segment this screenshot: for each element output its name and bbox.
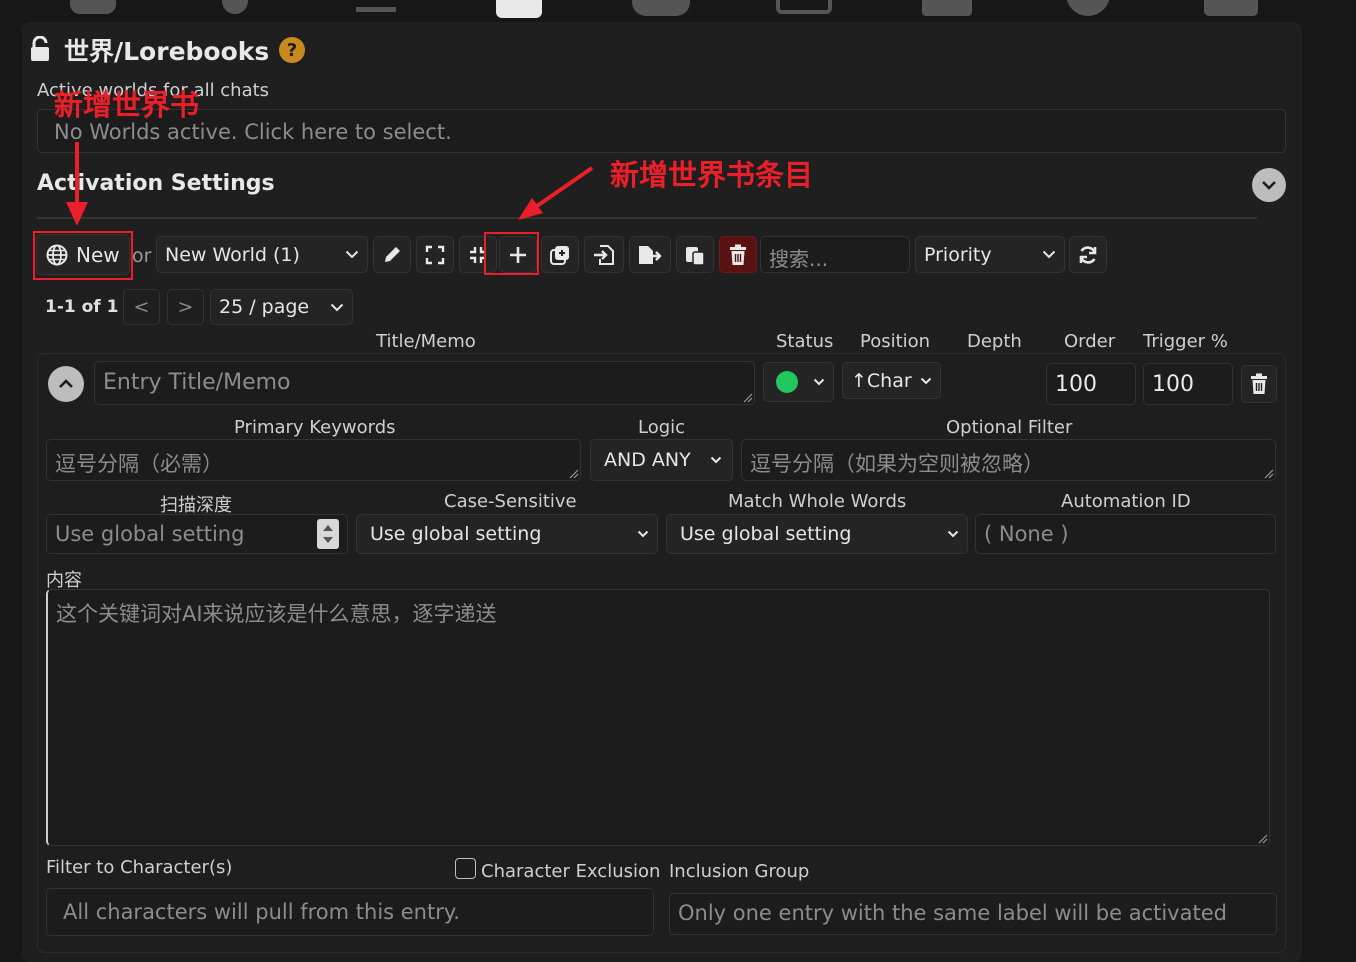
sort-select[interactable]: Priority bbox=[915, 236, 1065, 273]
status-select[interactable] bbox=[763, 362, 834, 402]
col-title: Title/Memo bbox=[376, 331, 476, 352]
chevron-down-icon bbox=[813, 378, 825, 386]
next-page-button[interactable]: > bbox=[167, 289, 204, 325]
content-textarea[interactable]: 这个关键词对AI来说应该是什么意思，逐字递送 bbox=[46, 589, 1270, 846]
trigger-input[interactable]: 100 bbox=[1143, 363, 1233, 405]
chevron-down-icon bbox=[920, 377, 932, 385]
scan-depth-input[interactable]: Use global setting bbox=[46, 514, 348, 554]
paste-icon bbox=[684, 244, 706, 266]
position-select[interactable]: ↑Char bbox=[842, 362, 941, 399]
optional-filter-input[interactable]: 逗号分隔（如果为空则被忽略） bbox=[741, 439, 1276, 481]
whole-words-label: Match Whole Words bbox=[728, 491, 907, 512]
automation-id-label: Automation ID bbox=[1061, 491, 1191, 512]
resize-grip-icon bbox=[1258, 834, 1268, 844]
case-sensitive-select[interactable]: Use global setting bbox=[356, 514, 658, 554]
pencil-icon bbox=[382, 245, 402, 265]
resize-grip-icon bbox=[569, 469, 579, 479]
or-label: or bbox=[132, 245, 152, 267]
chevron-down-icon bbox=[710, 456, 722, 464]
exclusion-checkbox[interactable] bbox=[455, 858, 476, 879]
rename-world-button[interactable] bbox=[373, 236, 411, 273]
primary-keywords-label: Primary Keywords bbox=[234, 417, 396, 438]
smile-icon[interactable] bbox=[1066, 0, 1110, 16]
paste-world-button[interactable] bbox=[676, 236, 714, 273]
search-input[interactable]: 搜索... bbox=[760, 236, 910, 273]
chevron-up-icon[interactable] bbox=[48, 366, 84, 402]
expand-icon bbox=[425, 245, 445, 265]
col-order: Order bbox=[1064, 331, 1116, 352]
annotation-arrows bbox=[66, 142, 594, 226]
status-dot bbox=[776, 371, 798, 393]
logic-select[interactable]: AND ANY bbox=[590, 439, 733, 481]
logic-label: Logic bbox=[638, 417, 686, 438]
new-highlight-box bbox=[33, 231, 133, 280]
world-select[interactable]: New World (1) bbox=[156, 236, 368, 273]
exclusion-label: Character Exclusion bbox=[481, 861, 661, 882]
export-world-button[interactable] bbox=[629, 236, 671, 273]
automation-id-input[interactable]: ( None ) bbox=[975, 514, 1276, 554]
clone-icon bbox=[549, 244, 571, 266]
col-trigger: Trigger % bbox=[1143, 331, 1228, 352]
case-sensitive-label: Case-Sensitive bbox=[444, 491, 577, 512]
primary-keywords-input[interactable]: 逗号分隔（必需） bbox=[46, 439, 581, 481]
file-import-icon bbox=[592, 244, 616, 266]
entry-title-input[interactable]: Entry Title/Memo bbox=[94, 361, 755, 405]
duplicate-world-button[interactable] bbox=[541, 236, 579, 273]
chevron-down-icon bbox=[330, 303, 344, 312]
number-spinner[interactable] bbox=[317, 519, 339, 549]
optional-filter-label: Optional Filter bbox=[946, 417, 1073, 438]
refresh-button[interactable] bbox=[1069, 236, 1107, 273]
id-card-icon[interactable] bbox=[1204, 0, 1258, 16]
cubes-icon[interactable] bbox=[922, 0, 972, 16]
refresh-icon bbox=[1077, 244, 1099, 266]
filter-characters-label: Filter to Character(s) bbox=[46, 857, 233, 878]
file-export-icon bbox=[637, 244, 663, 266]
chevron-down-icon bbox=[637, 530, 649, 538]
new-entry-highlight-box bbox=[484, 232, 539, 275]
delete-entry-button[interactable] bbox=[1241, 365, 1277, 403]
chevron-down-icon bbox=[947, 530, 959, 538]
pagination-range: 1-1 of 1 bbox=[45, 297, 119, 317]
whole-words-select[interactable]: Use global setting bbox=[666, 514, 968, 554]
import-world-button[interactable] bbox=[584, 236, 624, 273]
resize-grip-icon bbox=[1264, 469, 1274, 479]
chevron-down-icon[interactable] bbox=[1252, 168, 1286, 202]
card-icon[interactable] bbox=[776, 0, 832, 14]
col-position: Position bbox=[860, 331, 931, 352]
resize-grip-icon bbox=[743, 393, 753, 403]
prev-page-button[interactable]: < bbox=[123, 289, 160, 325]
inclusion-group-input[interactable]: Only one entry with the same label will … bbox=[669, 893, 1277, 935]
chevron-down-icon bbox=[1042, 250, 1056, 259]
inclusion-group-label: Inclusion Group bbox=[669, 861, 810, 882]
filter-characters-input[interactable]: All characters will pull from this entry… bbox=[46, 888, 654, 936]
col-status: Status bbox=[776, 331, 834, 352]
chevron-down-icon bbox=[345, 250, 359, 259]
order-input[interactable]: 100 bbox=[1046, 363, 1136, 405]
col-depth: Depth bbox=[967, 331, 1022, 352]
delete-world-button[interactable] bbox=[719, 236, 757, 273]
trash-icon bbox=[729, 244, 747, 266]
trash-icon bbox=[1250, 373, 1268, 395]
page-size-select[interactable]: 25 / page bbox=[210, 289, 353, 325]
expand-all-button[interactable] bbox=[416, 236, 454, 273]
